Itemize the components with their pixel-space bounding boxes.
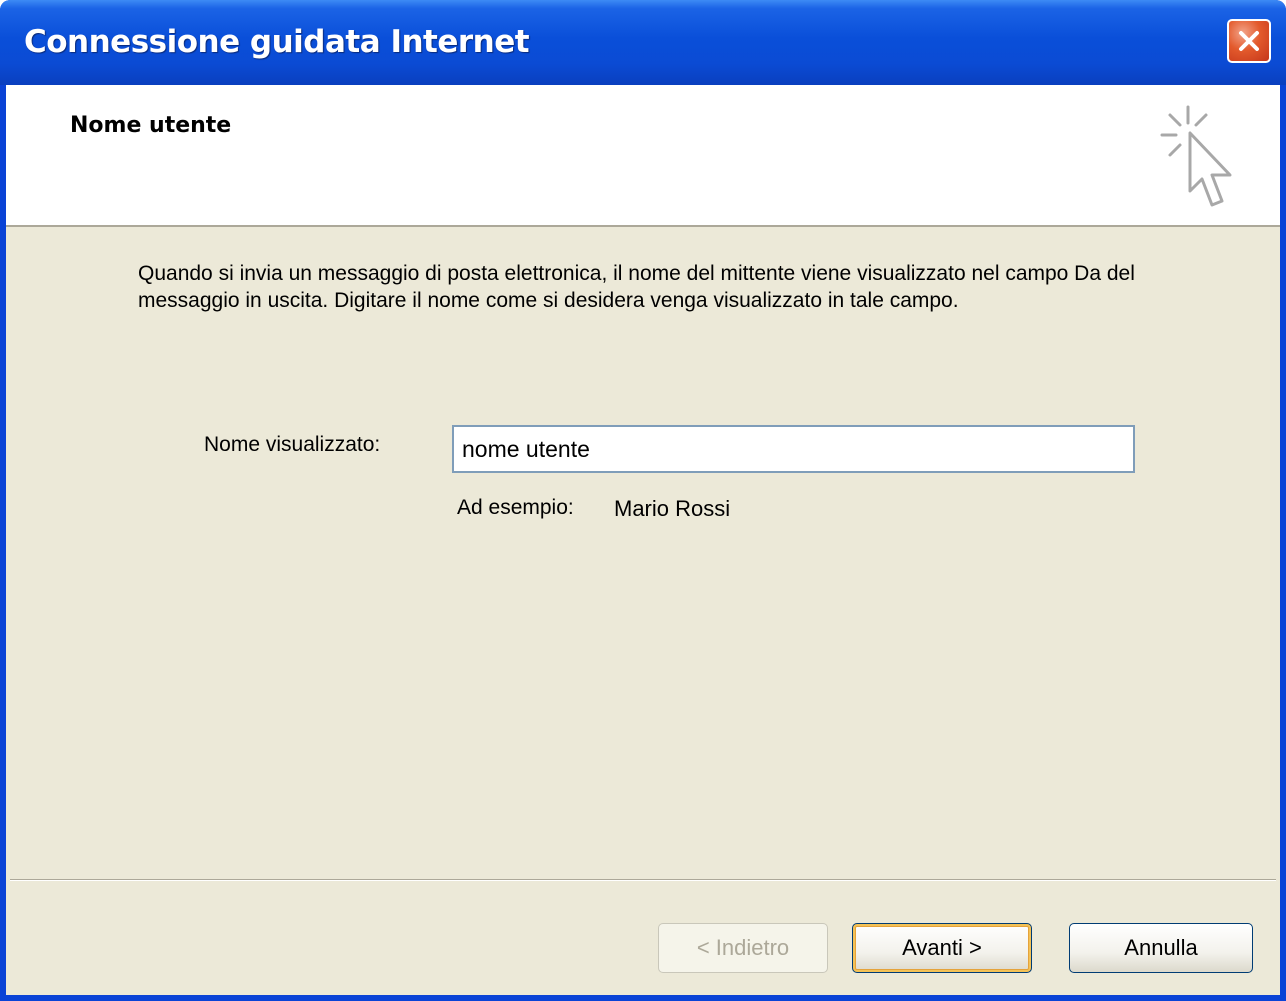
close-icon — [1239, 31, 1259, 51]
example-value: Mario Rossi — [614, 496, 731, 521]
description-text: Quando si invia un messaggio di posta el… — [138, 262, 1135, 312]
wizard-cursor-icon — [1160, 105, 1232, 207]
footer-separator — [10, 879, 1276, 881]
title-bar[interactable]: Connessione guidata Internet — [0, 0, 1286, 85]
example-label: Ad esempio: — [457, 496, 574, 519]
dialog-client-area: Nome utente Quando si invia un messaggio… — [6, 85, 1280, 995]
wizard-window: Connessione guidata Internet Nome utente… — [0, 0, 1286, 1001]
window-title: Connessione guidata Internet — [24, 24, 530, 60]
wizard-header: Nome utente — [6, 85, 1280, 227]
cancel-button[interactable]: Annulla — [1069, 923, 1253, 973]
page-title: Nome utente — [70, 113, 232, 138]
back-button[interactable]: < Indietro — [658, 923, 828, 973]
display-name-input[interactable] — [452, 425, 1135, 473]
close-button[interactable] — [1227, 19, 1271, 63]
display-name-label: Nome visualizzato: — [204, 433, 381, 456]
next-button[interactable]: Avanti > — [852, 923, 1032, 973]
